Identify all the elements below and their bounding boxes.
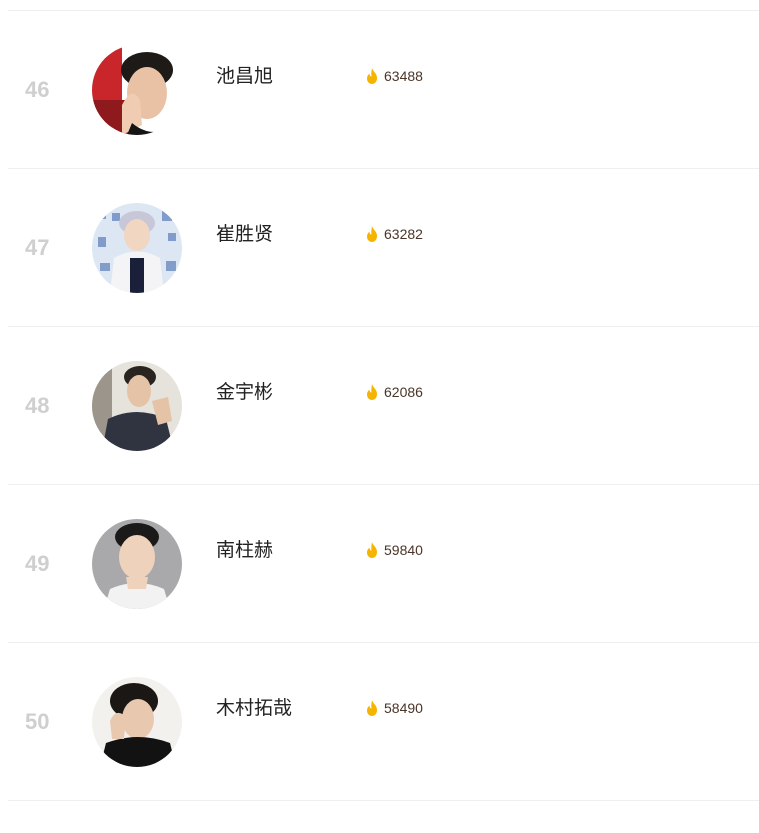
celebrity-name[interactable]: 池昌旭 [216,61,273,88]
celebrity-name[interactable]: 金宇彬 [216,377,273,404]
fire-icon [367,542,377,558]
rank-number: 46 [25,77,50,102]
fire-icon [367,226,377,242]
fire-icon [367,700,377,716]
celebrity-name[interactable]: 崔胜贤 [216,219,273,246]
avatar-photo [92,361,182,451]
avatar-photo [92,519,182,609]
ranking-row[interactable]: 47 崔胜贤 63282 [8,169,759,327]
heat-score: 62086 [364,383,423,401]
heat-value: 58490 [384,700,423,716]
avatar[interactable] [92,203,182,293]
avatar[interactable] [92,677,182,767]
heat-value: 62086 [384,384,423,400]
heat-value: 63282 [384,226,423,242]
ranking-row[interactable]: 48 金宇彬 62086 [8,327,759,485]
fire-icon [367,68,377,84]
heat-value: 59840 [384,542,423,558]
avatar[interactable] [92,361,182,451]
ranking-row[interactable]: 50 木村拓哉 58490 [8,643,759,801]
heat-score: 58490 [364,699,423,717]
rank-number: 48 [25,393,50,418]
rank-number: 47 [25,235,50,260]
avatar-photo [92,45,182,135]
avatar[interactable] [92,519,182,609]
heat-score: 63488 [364,67,423,85]
heat-value: 63488 [384,68,423,84]
heat-score: 59840 [364,541,423,559]
fire-icon [367,384,377,400]
celebrity-name[interactable]: 木村拓哉 [216,693,292,720]
avatar-photo [92,677,182,767]
ranking-row[interactable]: 46 池昌旭 63488 [8,11,759,169]
celebrity-name[interactable]: 南柱赫 [216,535,273,562]
avatar-photo [92,203,182,293]
heat-score: 63282 [364,225,423,243]
avatar[interactable] [92,45,182,135]
rank-number: 49 [25,551,50,576]
ranking-list: 46 池昌旭 63488 47 崔胜贤 63282 48 金宇彬 62086 4… [0,0,759,833]
ranking-row[interactable]: 49 南柱赫 59840 [8,485,759,643]
rank-number: 50 [25,709,50,734]
